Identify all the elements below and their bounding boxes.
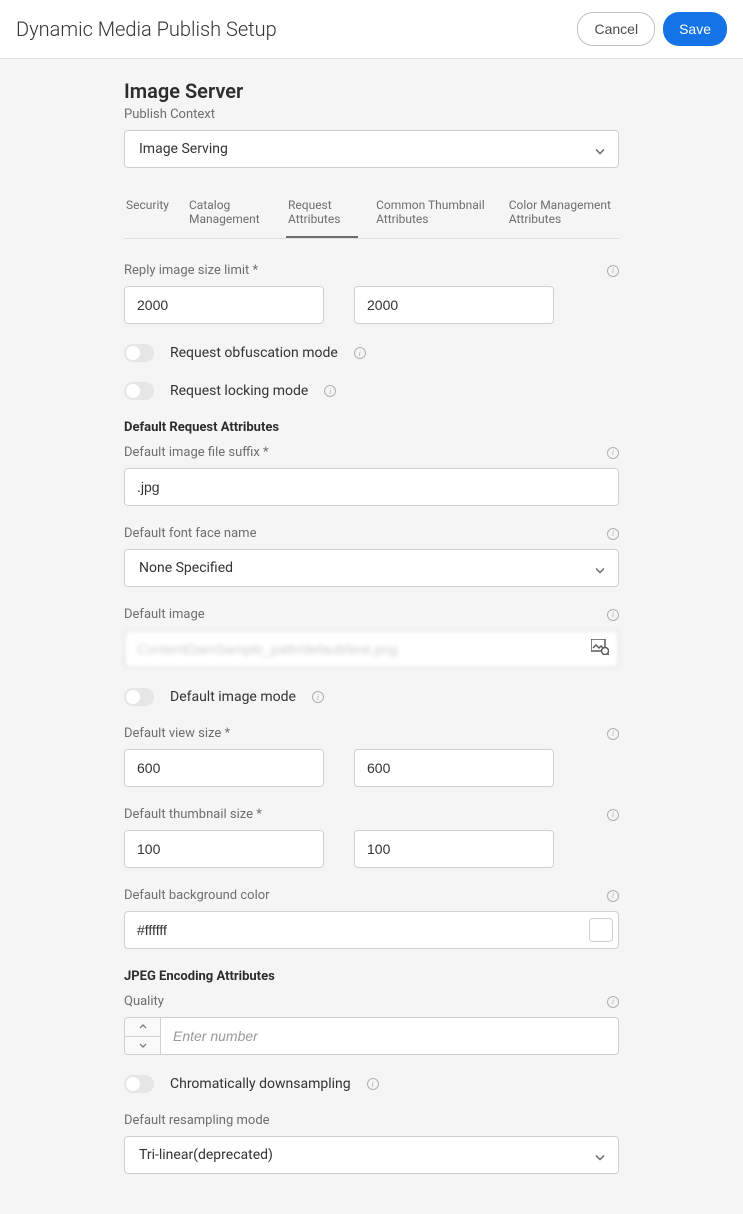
font-row: Default font face name i None Specified xyxy=(124,526,619,587)
default-request-header: Default Request Attributes xyxy=(124,420,619,435)
page-header: Dynamic Media Publish Setup Cancel Save xyxy=(0,0,743,59)
thumb-height-input[interactable] xyxy=(354,830,554,868)
info-icon[interactable]: i xyxy=(607,528,619,540)
font-value: None Specified xyxy=(124,549,619,587)
obfuscation-row: Request obfuscation mode i xyxy=(124,344,619,362)
section-title: Image Server xyxy=(124,79,619,103)
image-mode-toggle[interactable] xyxy=(124,688,154,706)
tab-color-management[interactable]: Color Management Attributes xyxy=(507,188,619,238)
obfuscation-toggle[interactable] xyxy=(124,344,154,362)
reply-height-input[interactable] xyxy=(354,286,554,324)
suffix-input[interactable] xyxy=(124,468,619,506)
downsample-row: Chromatically downsampling i xyxy=(124,1075,619,1093)
info-icon[interactable]: i xyxy=(607,996,619,1008)
thumb-width-input[interactable] xyxy=(124,830,324,868)
default-image-row: Default image i xyxy=(124,607,619,668)
resample-select[interactable]: Tri-linear(deprecated) xyxy=(124,1136,619,1174)
header-actions: Cancel Save xyxy=(577,12,727,46)
stepper-down-button[interactable] xyxy=(125,1037,160,1055)
view-width-input[interactable] xyxy=(124,749,324,787)
tab-request-attributes[interactable]: Request Attributes xyxy=(286,188,358,238)
info-icon[interactable]: i xyxy=(607,890,619,902)
locking-label: Request locking mode xyxy=(170,383,308,399)
cancel-button[interactable]: Cancel xyxy=(577,12,655,46)
quality-label: Quality xyxy=(124,994,164,1009)
image-mode-row: Default image mode i xyxy=(124,688,619,706)
bg-color-label: Default background color xyxy=(124,888,270,903)
info-icon[interactable]: i xyxy=(324,385,336,397)
downsample-toggle[interactable] xyxy=(124,1075,154,1093)
font-select[interactable]: None Specified xyxy=(124,549,619,587)
resample-value: Tri-linear(deprecated) xyxy=(124,1136,619,1174)
info-icon[interactable]: i xyxy=(607,609,619,621)
view-size-label: Default view size * xyxy=(124,726,230,741)
quality-input[interactable] xyxy=(160,1017,619,1055)
suffix-label: Default image file suffix * xyxy=(124,445,269,460)
view-height-input[interactable] xyxy=(354,749,554,787)
suffix-row: Default image file suffix * i xyxy=(124,445,619,506)
info-icon[interactable]: i xyxy=(607,265,619,277)
tab-bar: Security Catalog Management Request Attr… xyxy=(124,188,619,239)
locking-toggle[interactable] xyxy=(124,382,154,400)
reply-size-row: Reply image size limit * i xyxy=(124,263,619,324)
save-button[interactable]: Save xyxy=(663,12,727,46)
publish-context-select[interactable]: Image Serving xyxy=(124,130,619,168)
quality-stepper xyxy=(124,1017,160,1055)
publish-context-label: Publish Context xyxy=(124,107,619,122)
font-label: Default font face name xyxy=(124,526,256,541)
obfuscation-label: Request obfuscation mode xyxy=(170,345,338,361)
tab-security[interactable]: Security xyxy=(124,188,171,238)
content-area: Image Server Publish Context Image Servi… xyxy=(0,59,743,1214)
color-swatch[interactable] xyxy=(589,918,613,942)
info-icon[interactable]: i xyxy=(367,1078,379,1090)
default-image-input[interactable] xyxy=(124,630,619,668)
resample-label: Default resampling mode xyxy=(124,1113,270,1128)
tab-common-thumbnail[interactable]: Common Thumbnail Attributes xyxy=(374,188,491,238)
bg-color-input[interactable] xyxy=(124,911,619,949)
browse-image-icon[interactable] xyxy=(591,639,609,659)
thumb-size-row: Default thumbnail size * i xyxy=(124,807,619,868)
stepper-up-button[interactable] xyxy=(125,1018,160,1037)
jpeg-header: JPEG Encoding Attributes xyxy=(124,969,619,984)
reply-size-label: Reply image size limit * xyxy=(124,263,258,278)
info-icon[interactable]: i xyxy=(312,691,324,703)
bg-color-row: Default background color i xyxy=(124,888,619,949)
downsample-label: Chromatically downsampling xyxy=(170,1076,351,1092)
resample-row: Default resampling mode Tri-linear(depre… xyxy=(124,1113,619,1174)
reply-width-input[interactable] xyxy=(124,286,324,324)
locking-row: Request locking mode i xyxy=(124,382,619,400)
view-size-row: Default view size * i xyxy=(124,726,619,787)
page-title: Dynamic Media Publish Setup xyxy=(16,17,277,41)
thumb-size-label: Default thumbnail size * xyxy=(124,807,262,822)
quality-row: Quality i xyxy=(124,994,619,1055)
tab-catalog-management[interactable]: Catalog Management xyxy=(187,188,270,238)
info-icon[interactable]: i xyxy=(607,809,619,821)
publish-context-value: Image Serving xyxy=(124,130,619,168)
default-image-label: Default image xyxy=(124,607,205,622)
info-icon[interactable]: i xyxy=(354,347,366,359)
info-icon[interactable]: i xyxy=(607,728,619,740)
info-icon[interactable]: i xyxy=(607,447,619,459)
image-mode-label: Default image mode xyxy=(170,689,296,705)
